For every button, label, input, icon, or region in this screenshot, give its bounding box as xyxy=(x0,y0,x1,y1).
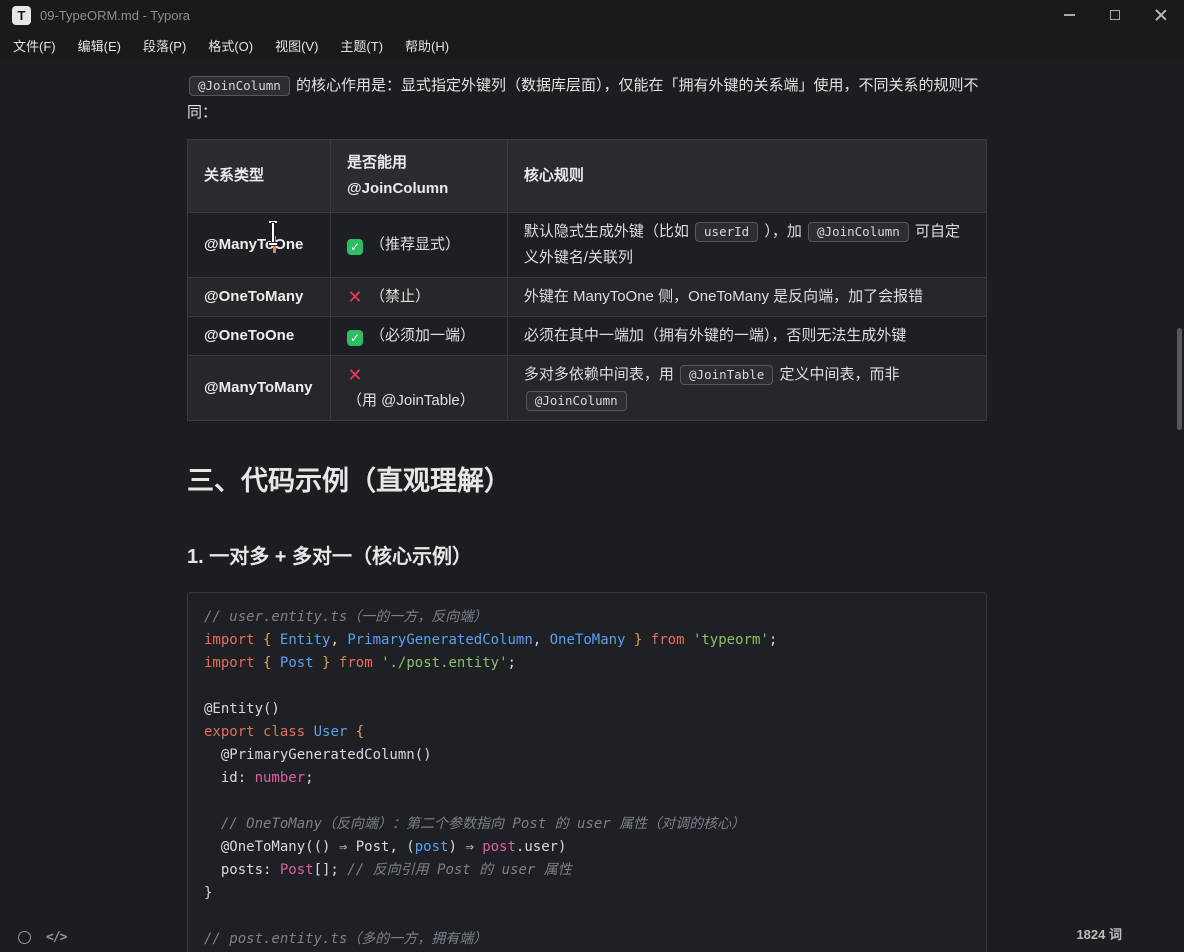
maximize-icon xyxy=(1110,10,1120,20)
menu-bar: 文件(F) 编辑(E) 段落(P) 格式(O) 视图(V) 主题(T) 帮助(H… xyxy=(0,30,1184,60)
minimize-button[interactable] xyxy=(1046,0,1092,30)
code-line: @Entity() xyxy=(204,698,970,721)
inline-code-chip: @JoinTable xyxy=(680,365,773,385)
header-relation-type[interactable]: 关系类型 xyxy=(188,140,331,213)
table-header-row: 关系类型 是否能用 @JoinColumn 核心规则 xyxy=(188,140,987,213)
flag-cell[interactable]: （推荐显式） xyxy=(330,213,507,278)
code-line: // post.entity.ts（多的一方，拥有端） xyxy=(204,928,970,951)
intro-paragraph[interactable]: @JoinColumn 的核心作用是：显式指定外键列（数据库层面），仅能在「拥有… xyxy=(187,72,987,126)
window-controls xyxy=(1046,0,1184,30)
code-line: } xyxy=(204,882,970,905)
code-line: @PrimaryGeneratedColumn() xyxy=(204,744,970,767)
flag-label: （禁止） xyxy=(370,288,430,305)
minimize-icon xyxy=(1064,14,1075,16)
menu-item-format[interactable]: 格式(O) xyxy=(197,31,264,60)
maximize-button[interactable] xyxy=(1092,0,1138,30)
rule-cell[interactable]: 必须在其中一端加（拥有外键的一端），否则无法生成外键 xyxy=(507,317,986,356)
menu-item-edit[interactable]: 编辑(E) xyxy=(67,31,132,60)
header-line2: @JoinColumn xyxy=(347,176,491,202)
code-line: @OneToMany(() ⇒ Post, (post) ⇒ post.user… xyxy=(204,836,970,859)
flag-label: （用 @JoinTable） xyxy=(347,392,475,409)
code-line: // user.entity.ts（一的一方，反向端） xyxy=(204,606,970,629)
joincolumn-rules-table: 关系类型 是否能用 @JoinColumn 核心规则 @ManyToOne （推… xyxy=(187,139,987,421)
footer-left: </> xyxy=(18,930,66,945)
outline-toggle-icon[interactable] xyxy=(18,931,31,944)
table-row-onetoone: @OneToOne （必须加一端） 必须在其中一端加（拥有外键的一端），否则无法… xyxy=(188,317,987,356)
flag-cell[interactable]: （用 @JoinTable） xyxy=(330,356,507,421)
table-row-manytomany: @ManyToMany （用 @JoinTable） 多对多依赖中间表，用 @J… xyxy=(188,356,987,421)
code-block[interactable]: // user.entity.ts（一的一方，反向端）import { Enti… xyxy=(187,592,987,952)
typora-window: T 09-TypeORM.md - Typora 文件(F) 编辑(E) 段落(… xyxy=(0,0,1184,60)
menu-item-view[interactable]: 视图(V) xyxy=(264,31,329,60)
check-icon xyxy=(347,239,363,255)
code-line xyxy=(204,790,970,813)
code-line: posts: Post[]; // 反向引用 Post 的 user 属性 xyxy=(204,859,970,882)
rule-cell[interactable]: 多对多依赖中间表，用 @JoinTable 定义中间表，而非 @JoinColu… xyxy=(507,356,986,421)
relation-cell[interactable]: @OneToMany xyxy=(188,278,331,317)
table-row-manytoone: @ManyToOne （推荐显式） 默认隐式生成外键（比如 userId ），加… xyxy=(188,213,987,278)
source-code-mode-icon[interactable]: </> xyxy=(46,930,66,945)
code-line xyxy=(204,905,970,928)
editor-area[interactable]: @JoinColumn 的核心作用是：显式指定外键列（数据库层面），仅能在「拥有… xyxy=(0,60,1184,952)
close-icon xyxy=(1155,9,1167,21)
rule-cell[interactable]: 默认隐式生成外键（比如 userId ），加 @JoinColumn 可自定义外… xyxy=(507,213,986,278)
menu-item-file[interactable]: 文件(F) xyxy=(2,31,67,60)
relation-cell[interactable]: @OneToOne xyxy=(188,317,331,356)
relation-cell[interactable]: @ManyToMany xyxy=(188,356,331,421)
section-heading[interactable]: 三、代码示例（直观理解） xyxy=(187,459,987,498)
word-count: 1824 词 xyxy=(1076,924,1122,943)
menu-item-theme[interactable]: 主题(T) xyxy=(329,31,394,60)
code-line: id: number; xyxy=(204,767,970,790)
inline-code-chip: userId xyxy=(695,222,758,242)
subsection-heading[interactable]: 1. 一对多 + 多对一（核心示例） xyxy=(187,540,987,569)
typora-logo-icon: T xyxy=(12,6,31,25)
code-line xyxy=(204,675,970,698)
menu-item-help[interactable]: 帮助(H) xyxy=(394,31,460,60)
header-line1: 是否能用 xyxy=(347,150,491,176)
menu-item-paragraph[interactable]: 段落(P) xyxy=(132,31,197,60)
close-button[interactable] xyxy=(1138,0,1184,30)
inline-code-chip: @JoinColumn xyxy=(808,222,909,242)
window-title: 09-TypeORM.md - Typora xyxy=(40,8,190,23)
flag-label: （推荐显式） xyxy=(370,236,460,253)
header-can-use-joincolumn[interactable]: 是否能用 @JoinColumn xyxy=(330,140,507,213)
inline-code-chip: @JoinColumn xyxy=(526,391,627,411)
title-bar: T 09-TypeORM.md - Typora xyxy=(0,0,1184,30)
cross-icon xyxy=(347,367,363,383)
header-core-rule[interactable]: 核心规则 xyxy=(507,140,986,213)
cross-icon xyxy=(347,289,363,305)
check-icon xyxy=(347,330,363,346)
document: @JoinColumn 的核心作用是：显式指定外键列（数据库层面），仅能在「拥有… xyxy=(187,60,987,952)
code-line: export class User { xyxy=(204,721,970,744)
relation-cell[interactable]: @ManyToOne xyxy=(188,213,331,278)
code-line: import { Entity, PrimaryGeneratedColumn,… xyxy=(204,629,970,652)
flag-label: （必须加一端） xyxy=(370,327,475,344)
table-row-onetomany: @OneToMany （禁止） 外键在 ManyToOne 侧，OneToMan… xyxy=(188,278,987,317)
code-line: import { Post } from './post.entity'; xyxy=(204,652,970,675)
code-line: // OneToMany（反向端）：第二个参数指向 Post 的 user 属性… xyxy=(204,813,970,836)
flag-cell[interactable]: （禁止） xyxy=(330,278,507,317)
rule-cell[interactable]: 外键在 ManyToOne 侧，OneToMany 是反向端，加了会报错 xyxy=(507,278,986,317)
scrollbar-thumb[interactable] xyxy=(1177,328,1182,430)
flag-cell[interactable]: （必须加一端） xyxy=(330,317,507,356)
inline-code-chip: @JoinColumn xyxy=(189,76,290,96)
